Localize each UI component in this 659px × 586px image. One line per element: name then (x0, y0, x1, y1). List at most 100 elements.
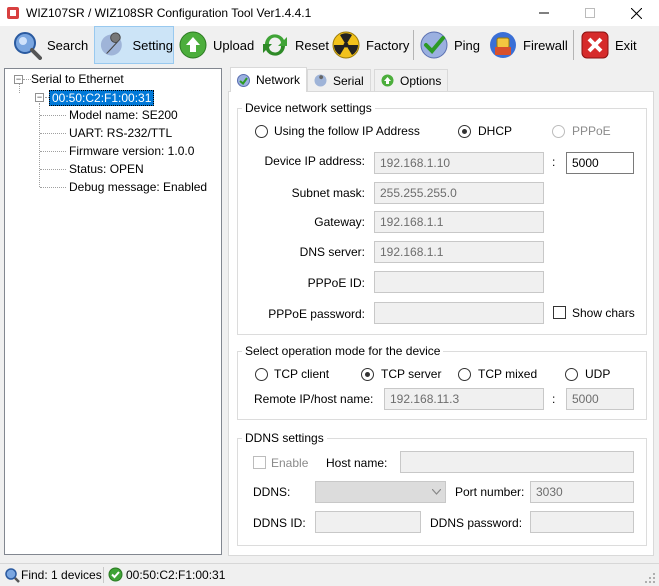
tab-options-label: Options (400, 73, 442, 88)
device-ip-label: Device IP address: (264, 154, 366, 168)
tab-serial[interactable]: Serial (307, 69, 371, 91)
device-ip-field[interactable]: 192.168.1.10 (374, 152, 544, 174)
upload-label: Upload (213, 37, 255, 53)
connected-check-icon (108, 567, 123, 582)
resize-grip-icon[interactable] (644, 572, 656, 584)
tree-status[interactable]: Status: OPEN (69, 162, 144, 176)
udp-radio[interactable] (565, 368, 578, 381)
device-network-settings-title: Device network settings (242, 101, 375, 115)
dns-server-field[interactable]: 192.168.1.1 (374, 241, 544, 263)
device-port-field[interactable]: 5000 (566, 152, 634, 174)
tree-device-node[interactable]: 00:50:C2:F1:00:31 (49, 90, 155, 106)
ddns-provider-label: DDNS: (253, 485, 291, 499)
search-button[interactable]: Search (12, 26, 88, 64)
tcp-client-label[interactable]: TCP client (274, 367, 329, 381)
device-tree[interactable]: − Serial to Ethernet − 00:50:C2:F1:00:31… (4, 68, 222, 555)
host-name-label: Host name: (326, 456, 388, 470)
wrench-icon (100, 32, 122, 56)
network-tab-panel: Device network settings Using the follow… (228, 91, 654, 556)
host-name-field[interactable] (400, 451, 634, 473)
serial-tab-icon (314, 74, 327, 87)
tree-collapse-icon[interactable]: − (35, 93, 44, 102)
reset-arrows-icon (263, 34, 287, 56)
operation-mode-title: Select operation mode for the device (242, 344, 444, 358)
ddns-password-field[interactable] (530, 511, 634, 533)
ping-button[interactable]: Ping (419, 26, 480, 64)
minimize-icon (539, 12, 549, 14)
tab-options[interactable]: Options (374, 69, 449, 91)
pppoe-id-label: PPPoE ID: (307, 276, 365, 290)
dhcp-radio[interactable] (458, 125, 471, 138)
search-label: Search (47, 37, 89, 53)
exit-label: Exit (615, 37, 637, 53)
window-title: WIZ107SR / WIZ108SR Configuration Tool V… (26, 6, 312, 20)
pppoe-id-field[interactable] (374, 271, 544, 293)
tcp-mixed-radio[interactable] (458, 368, 471, 381)
subnet-mask-label: Subnet mask: (291, 186, 365, 200)
show-chars-label[interactable]: Show chars (572, 306, 635, 320)
selected-device-text: 00:50:C2:F1:00:31 (126, 568, 226, 582)
tcp-mixed-label[interactable]: TCP mixed (478, 367, 537, 381)
remote-ip-field[interactable]: 192.168.11.3 (384, 388, 544, 410)
ddns-id-field[interactable] (315, 511, 421, 533)
close-button[interactable] (613, 0, 659, 26)
close-icon (630, 7, 642, 19)
factory-radiation-icon (332, 31, 360, 59)
status-bar: Find: 1 devices 00:50:C2:F1:00:31 (0, 563, 659, 586)
gateway-field[interactable]: 192.168.1.1 (374, 211, 544, 233)
ddns-provider-select[interactable] (315, 481, 446, 503)
toolbar-separator (573, 30, 574, 60)
tcp-client-radio[interactable] (255, 368, 268, 381)
remote-host-label: Remote IP/host name: (254, 392, 374, 406)
static-ip-label[interactable]: Using the follow IP Address (274, 124, 420, 138)
pppoe-password-field[interactable] (374, 302, 544, 324)
ping-check-icon (420, 31, 448, 59)
network-tab-icon (237, 73, 250, 87)
ddns-id-label: DDNS ID: (253, 516, 306, 530)
dhcp-label[interactable]: DHCP (478, 124, 512, 138)
firewall-button[interactable]: Firewall (488, 26, 568, 64)
exit-button[interactable]: Exit (580, 26, 637, 64)
remote-port-field[interactable]: 5000 (566, 388, 634, 410)
exit-x-icon (581, 31, 609, 59)
tcp-server-label[interactable]: TCP server (381, 367, 441, 381)
port-number-field[interactable]: 3030 (530, 481, 634, 503)
tree-root-node[interactable]: Serial to Ethernet (31, 72, 124, 86)
status-separator (103, 567, 104, 583)
setting-button[interactable]: Setting (94, 26, 174, 64)
subnet-mask-field[interactable]: 255.255.255.0 (374, 182, 544, 204)
tree-firmware-version[interactable]: Firmware version: 1.0.0 (69, 144, 194, 158)
ddns-enable-checkbox (253, 456, 266, 469)
port-separator: : (552, 155, 556, 169)
pppoe-password-label: PPPoE password: (268, 307, 365, 321)
reset-label: Reset (295, 37, 329, 53)
udp-label[interactable]: UDP (585, 367, 610, 381)
tab-network[interactable]: Network (230, 67, 308, 92)
toolbar-separator (413, 30, 414, 60)
tree-collapse-icon[interactable]: − (14, 75, 23, 84)
reset-button[interactable]: Reset (260, 26, 329, 64)
show-chars-checkbox[interactable] (553, 306, 566, 319)
pppoe-radio (552, 125, 565, 138)
setting-label: Setting (132, 37, 173, 53)
factory-button[interactable]: Factory (331, 26, 409, 64)
maximize-button[interactable] (567, 0, 613, 26)
options-tab-icon (381, 74, 394, 87)
ddns-settings-title: DDNS settings (242, 431, 327, 445)
ddns-enable-label: Enable (271, 456, 309, 470)
remote-port-separator: : (552, 392, 556, 406)
search-icon (14, 32, 42, 60)
upload-button[interactable]: Upload (178, 26, 254, 64)
tree-debug-message[interactable]: Debug message: Enabled (69, 180, 207, 194)
ping-label: Ping (454, 37, 481, 53)
tree-uart[interactable]: UART: RS-232/TTL (69, 126, 172, 140)
tree-model-name[interactable]: Model name: SE200 (69, 108, 178, 122)
minimize-button[interactable] (521, 0, 567, 26)
static-ip-radio[interactable] (255, 125, 268, 138)
tcp-server-radio[interactable] (361, 368, 374, 381)
found-devices-text: Find: 1 devices (21, 568, 102, 582)
factory-label: Factory (366, 37, 410, 53)
gateway-label: Gateway: (314, 215, 365, 229)
dns-server-label: DNS server: (299, 245, 365, 259)
tab-network-label: Network (256, 73, 301, 87)
